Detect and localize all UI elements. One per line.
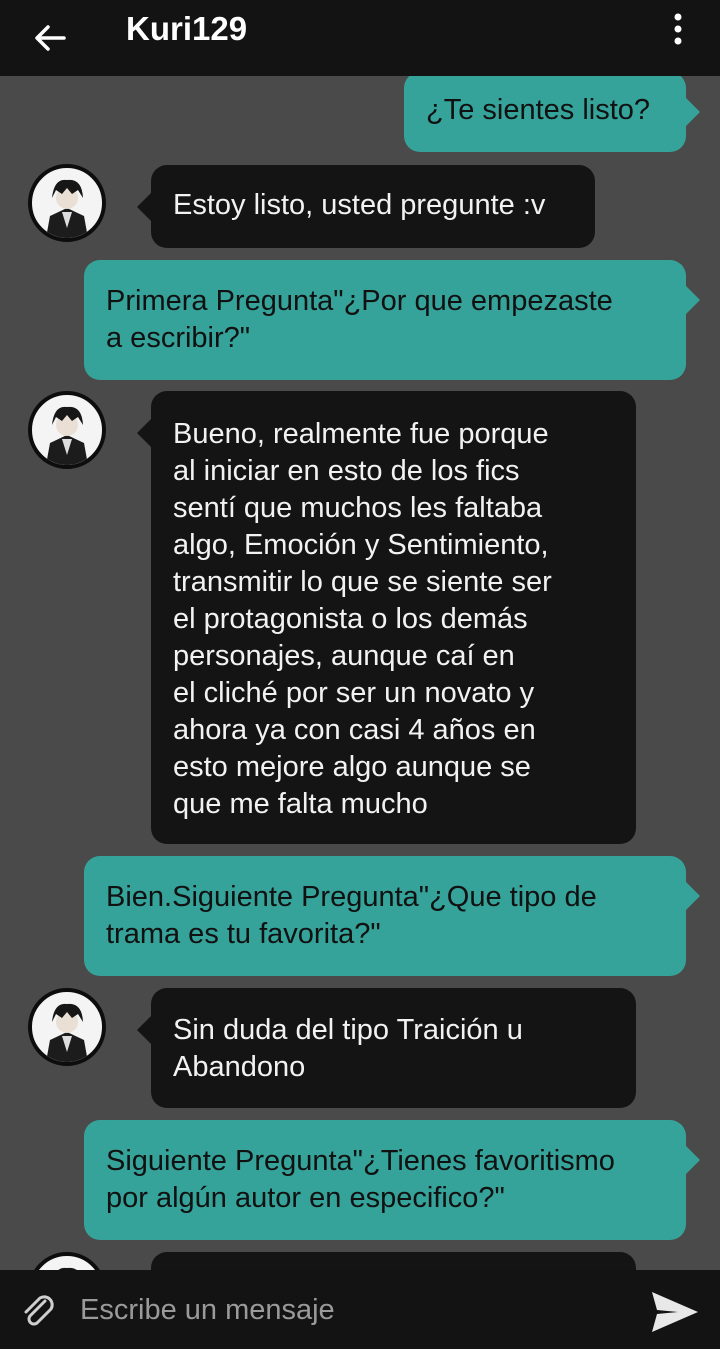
message-text-line: a escribir?" [106,322,251,354]
message-outgoing: Primera Pregunta"¿Por que empezaste a es… [84,260,700,380]
message-text-line: personajes, aunque caí en [173,640,515,672]
avatar[interactable] [28,164,106,242]
avatar-image [46,179,88,238]
kebab-menu-icon[interactable] [664,12,692,48]
avatar-image [46,406,88,465]
send-icon[interactable] [648,1288,702,1336]
avatar[interactable] [28,391,106,469]
message-text: Estoy listo, usted pregunte :v [173,189,546,221]
message-outgoing: Bien.Siguiente Pregunta"¿Que tipo de tra… [84,856,700,976]
avatar[interactable] [28,988,106,1066]
message-text-line: Primera Pregunta"¿Por que empezaste [106,285,613,317]
message-text: ¿Te sientes listo? [426,94,651,126]
message-text-line: el protagonista o los demás [173,603,528,635]
message-outgoing: Siguiente Pregunta"¿Tienes favoritismo p… [84,1120,700,1240]
message-incoming-partial [151,1252,636,1270]
message-text-line: el cliché por ser un novato y [173,677,535,709]
message-composer [0,1270,720,1349]
avatar-image [58,1267,77,1270]
message-incoming: Estoy listo, usted pregunte :v [137,165,595,248]
message-text-line: Abandono [173,1051,306,1083]
message-text-line: trama es tu favorita?" [106,918,381,950]
message-text-line: sentí que muchos les faltaba [173,492,543,524]
message-text-line: ahora ya con casi 4 años en [173,714,536,746]
message-list[interactable]: ¿Te sientes listo? Estoy listo, usted pr… [0,76,720,1270]
message-text-line: algo, Emoción y Sentimiento, [173,529,549,561]
message-text-line: que me falta mucho [173,788,428,820]
message-text-line: Siguiente Pregunta"¿Tienes favoritismo [106,1145,615,1177]
message-text-line: al iniciar en esto de los fics [173,455,520,487]
message-text-line: Sin duda del tipo Traición u [173,1014,523,1046]
message-text-line: por algún autor en especifico?" [106,1182,505,1214]
message-incoming: Sin duda del tipo Traición u Abandono [137,988,636,1108]
message-text-line: Bien.Siguiente Pregunta"¿Que tipo de [106,881,597,913]
message-text-line: Bueno, realmente fue porque [173,418,549,450]
avatar-image [46,1003,88,1062]
message-input[interactable] [78,1288,622,1332]
paperclip-icon[interactable] [18,1290,60,1332]
message-incoming: Bueno, realmente fue porque al iniciar e… [137,391,636,844]
back-arrow-icon[interactable] [30,18,70,58]
message-text-line: esto mejore algo aunque se [173,751,531,783]
avatar[interactable] [28,1252,106,1270]
chat-title: Kuri129 [126,10,248,47]
message-text-line: transmitir lo que se siente ser [173,566,552,598]
message-outgoing: ¿Te sientes listo? [404,76,700,152]
app-header: Kuri129 [0,0,720,76]
